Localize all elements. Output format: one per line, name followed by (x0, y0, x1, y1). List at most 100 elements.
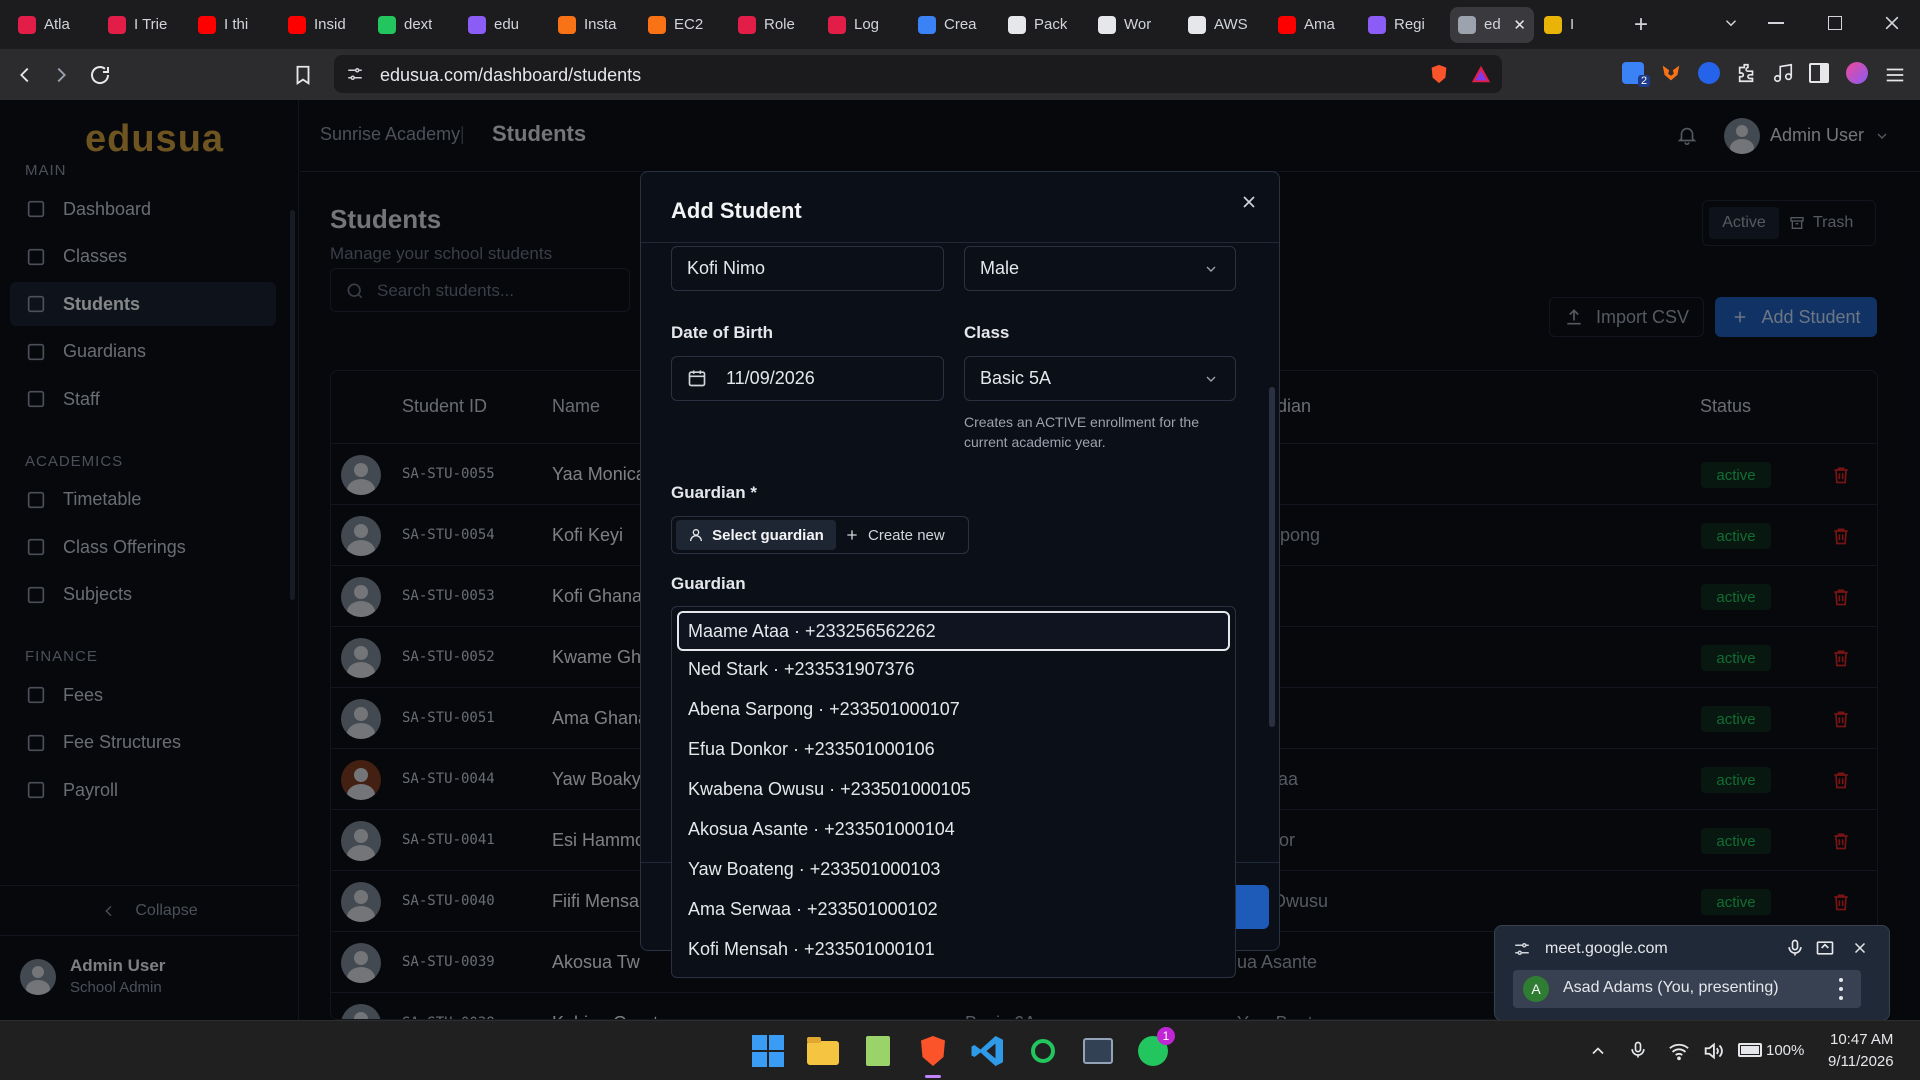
extension-globe-icon[interactable] (1698, 62, 1720, 84)
windows-start-icon[interactable] (750, 1033, 786, 1069)
guardian-option[interactable]: Yaw Boateng · +233501000103 (688, 859, 940, 880)
url-field[interactable]: edusua.com/dashboard/students (334, 55, 1502, 93)
class-help-text: Creates an ACTIVE enrollment for the cur… (964, 414, 1199, 450)
browser-tab[interactable]: I thi (190, 7, 278, 43)
presenter-row[interactable]: A Asad Adams (You, presenting) (1513, 970, 1861, 1008)
class-select[interactable]: Basic 5A (964, 356, 1236, 401)
tab-favicon-icon (558, 15, 576, 34)
microphone-icon[interactable] (1785, 938, 1805, 958)
clock-time[interactable]: 10:47 AM (1830, 1031, 1893, 1048)
forward-icon[interactable] (50, 64, 72, 86)
browser-tab[interactable]: Insid (280, 7, 368, 43)
volume-icon[interactable] (1702, 1040, 1724, 1062)
browser-menu-icon[interactable] (1884, 64, 1906, 86)
tray-chevron-up-icon[interactable] (1588, 1041, 1608, 1061)
modal-title: Add Student (671, 198, 802, 223)
profile-avatar-icon[interactable] (1846, 62, 1868, 84)
back-icon[interactable] (14, 64, 36, 86)
guardian-option[interactable]: Ned Stark · +233531907376 (688, 659, 915, 680)
browser-tab[interactable]: I (1536, 7, 1624, 43)
close-icon[interactable] (1239, 192, 1259, 212)
browser-tab[interactable]: Insta (550, 7, 638, 43)
modal-divider (641, 242, 1279, 243)
active-app-indicator (925, 1075, 941, 1078)
vscode-icon[interactable] (970, 1033, 1006, 1069)
browser-tab-label: I thi (224, 16, 249, 33)
guardian-option[interactable]: Kwabena Owusu · +233501000105 (688, 779, 971, 800)
app-green-icon[interactable] (1025, 1033, 1061, 1069)
restore-window-icon[interactable] (1828, 16, 1842, 30)
browser-tab[interactable]: Ama (1270, 7, 1358, 43)
student-name-input[interactable]: Kofi Nimo (671, 246, 944, 291)
create-new-guardian-button[interactable]: Create new (844, 520, 964, 550)
screen-share-icon[interactable] (1815, 938, 1835, 958)
meet-domain: meet.google.com (1545, 940, 1668, 957)
browser-tab[interactable]: AWS (1180, 7, 1268, 43)
metamask-extension-icon[interactable] (1660, 62, 1682, 84)
tab-favicon-icon (1008, 15, 1026, 34)
close-window-icon[interactable] (1882, 13, 1902, 33)
browser-tab[interactable]: Pack (1000, 7, 1088, 43)
browser-tab[interactable]: ed ✕ (1450, 6, 1534, 43)
gender-select[interactable]: Male (964, 246, 1236, 291)
tab-favicon-icon (198, 15, 216, 34)
browser-tab[interactable]: edu (460, 7, 548, 43)
guardian-required-label: Guardian * (671, 483, 757, 502)
browser-tab[interactable]: Log (820, 7, 908, 43)
minimize-window-icon[interactable] (1768, 22, 1784, 24)
brave-browser-icon[interactable] (915, 1033, 951, 1069)
wifi-icon[interactable] (1668, 1040, 1690, 1062)
close-tab-icon[interactable]: ✕ (1513, 16, 1526, 34)
guardian-option[interactable]: Maame Ataa · +233256562262 (677, 611, 1230, 651)
browser-tab-label: dext (404, 16, 433, 33)
avatar: A (1523, 976, 1549, 1002)
browser-tab[interactable]: Role (730, 7, 818, 43)
browser-tab-label: Ama (1304, 16, 1335, 33)
file-explorer-icon[interactable] (805, 1033, 841, 1069)
dob-value: 11/09/2026 (726, 368, 815, 388)
browser-tab-label: I (1570, 16, 1575, 33)
dob-input[interactable]: 11/09/2026 (671, 356, 944, 401)
media-music-icon[interactable] (1772, 62, 1794, 84)
browser-tab-label: edu (494, 16, 520, 33)
guardian-option[interactable]: Efua Donkor · +233501000106 (688, 739, 935, 760)
browser-tab-label: Role (764, 16, 795, 33)
close-icon[interactable] (1851, 939, 1869, 957)
guardian-option[interactable]: Ama Serwaa · +233501000102 (688, 899, 938, 920)
browser-tab-label: Log (854, 16, 880, 33)
browser-tab[interactable]: I Trie (100, 7, 188, 43)
browser-tab[interactable]: Atla (10, 7, 98, 43)
browser-tab[interactable]: Wor (1090, 7, 1178, 43)
browser-tab[interactable]: Regi (1360, 7, 1448, 43)
tab-list-chevron-icon[interactable] (1722, 14, 1740, 32)
chevron-down-icon (1206, 376, 1216, 382)
tab-favicon-icon (108, 15, 126, 34)
tab-favicon-icon (738, 15, 756, 34)
tab-favicon-icon (18, 15, 36, 34)
guardian-option[interactable]: Abena Sarpong · +233501000107 (688, 699, 960, 720)
site-settings-icon[interactable] (346, 65, 364, 83)
clock-date[interactable]: 9/11/2026 (1828, 1053, 1894, 1070)
battery-icon[interactable] (1738, 1043, 1762, 1057)
browser-tab[interactable]: dext (370, 7, 458, 43)
browser-tab[interactable]: EC2 (640, 7, 728, 43)
reload-icon[interactable] (88, 63, 112, 87)
bookmark-icon[interactable] (292, 64, 314, 86)
snipping-tool-icon[interactable] (1080, 1033, 1116, 1069)
brave-shield-icon[interactable] (1428, 63, 1450, 85)
notepad-chart-icon[interactable] (860, 1033, 896, 1069)
sidebar-toggle-icon[interactable] (1809, 63, 1829, 83)
more-vert-icon[interactable] (1839, 978, 1843, 1000)
guardian-option[interactable]: Akosua Asante · +233501000104 (688, 819, 955, 840)
class-label: Class (964, 323, 1010, 342)
brave-rewards-icon[interactable] (1470, 63, 1492, 85)
select-guardian-button[interactable]: Select guardian (676, 520, 836, 550)
guardian-option[interactable]: Kofi Mensah · +233501000101 (688, 939, 935, 960)
modal-scrollbar[interactable] (1269, 247, 1275, 852)
microphone-icon[interactable] (1628, 1040, 1648, 1060)
new-tab-icon[interactable]: + (1634, 11, 1648, 39)
browser-tab[interactable]: Crea (910, 7, 998, 43)
submit-button[interactable] (1231, 885, 1269, 929)
extensions-puzzle-icon[interactable] (1736, 62, 1758, 84)
browser-tab-label: I Trie (134, 16, 168, 33)
